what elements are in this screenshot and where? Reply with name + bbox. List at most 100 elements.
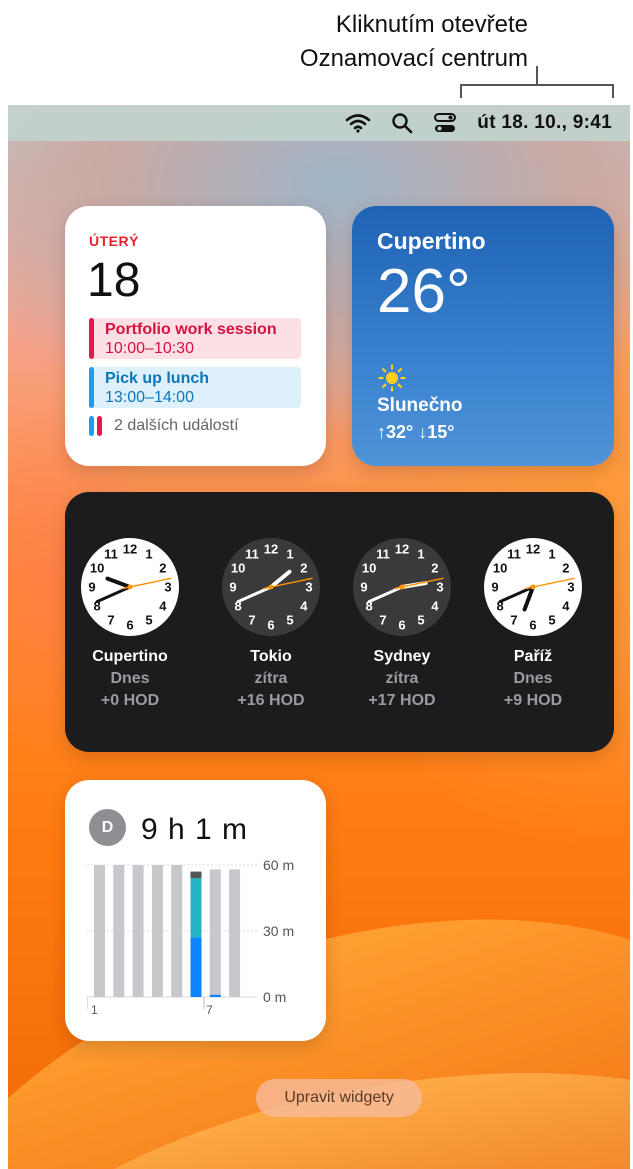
clock-city: Sydney [373,648,431,665]
clock-numeral: 11 [104,547,118,562]
chart-bar-segment [190,871,202,879]
screen-time-widget[interactable]: D 9 h 1 m 60 m 30 m 0 m 1 7 [65,780,326,1041]
clock-numeral: 1 [417,547,424,562]
clock-numeral: 3 [436,580,443,595]
clock-offset: +16 HOD [237,692,305,709]
clock-day: zítra [254,670,288,687]
clock-numeral: 2 [300,561,307,576]
wifi-icon[interactable] [345,110,371,136]
clock-numeral: 7 [379,612,386,627]
more-events-bar [97,416,102,436]
clock-numeral: 11 [507,547,521,562]
analog-clock-icon: 1234567891011 12 [353,538,451,636]
clock-numeral: 7 [248,612,255,627]
calendar-date: 18 [87,254,141,307]
callout-line-2: Oznamovací centrum [299,45,528,72]
clock-numeral: 1 [548,547,555,562]
clock-day: Dnes [110,670,150,687]
clock-city: Paříž [513,648,553,665]
clock-numeral: 12 [395,542,409,557]
clock-city: Cupertino [92,648,168,665]
clock-numeral: 9 [360,580,367,595]
clock-numeral: 4 [431,599,439,614]
callout-label: Kliknutím otevřete Oznamovací centrum [300,8,528,76]
clock-numeral: 10 [493,561,507,576]
clock-city: Tokio [250,648,292,665]
clock-numeral: 4 [159,599,167,614]
clock-numeral: 5 [548,612,555,627]
menu-datetime[interactable]: út 18. 10., 9:41 [477,112,612,134]
world-clock-widget[interactable]: 1 2 3 4 5 6 7 8 9 10 11 12 Cupertino Dnes +0 HOD 12… [65,492,614,752]
more-events-label: 2 dalších událostí [114,417,239,434]
clock-numeral: 3 [567,580,574,595]
chart-bar [171,865,183,997]
analog-clock-icon: 1234567891011 12 [222,538,320,636]
clock-numeral: 6 [126,618,133,633]
clock-numeral: 6 [398,618,405,633]
clock-numeral: 4 [562,599,570,614]
callout-line-1: Kliknutím otevřete [335,11,528,38]
clock-offset: +9 HOD [503,692,563,709]
analog-clock-icon: 1234567891011 12 [81,538,179,636]
clock-numeral: 12 [526,542,540,557]
chart-bar [151,865,163,997]
clock-numeral: 7 [107,612,114,627]
clock-numeral: 10 [90,561,104,576]
control-center-icon[interactable] [433,110,457,136]
clock-numeral: 9 [88,580,95,595]
y-tick-label: 0 m [263,989,286,1005]
chart-bar-segment [190,937,202,997]
event-time: 13:00–14:00 [105,389,194,406]
clock-numeral: 3 [305,580,312,595]
avatar: D [89,809,126,846]
y-tick-label: 60 m [263,857,294,873]
calendar-widget[interactable]: ÚTERÝ 18 Portfolio work session 10:00–10… [65,206,326,466]
event-title: Portfolio work session [105,321,277,338]
clock-numeral: 5 [417,612,424,627]
calendar-weekday: ÚTERÝ [89,233,139,249]
calendar-event[interactable]: Pick up lunch 13:00–14:00 [89,367,301,408]
callout-bracket [460,84,614,98]
analog-clock-icon: 1234567891011 12 [484,538,582,636]
y-tick-label: 30 m [263,923,294,939]
clock-numeral: 11 [245,547,259,562]
screen-time-chart: 60 m 30 m 0 m 1 7 [87,857,294,1017]
callout-stem [536,66,538,84]
chart-bar-segment [209,994,221,997]
clock-numeral: 6 [529,618,536,633]
clock-numeral: 2 [159,561,166,576]
event-color-bar [89,367,94,408]
clock-numeral: 9 [491,580,498,595]
clock-numeral: 3 [164,580,171,595]
weather-range: ↑32° ↓15° [377,422,455,442]
chart-bar [209,869,221,997]
clock-numeral: 12 [123,542,137,557]
edit-widgets-button[interactable]: Upravit widgety [256,1079,422,1117]
clock-numeral: 1 [145,547,152,562]
clock-center [268,584,274,590]
clock-numeral: 6 [267,618,274,633]
search-icon[interactable] [391,110,413,136]
weather-condition: Slunečno [377,395,463,416]
chart-bar [229,869,241,997]
more-events[interactable]: 2 dalších událostí [89,416,239,436]
x-tick-label: 1 [91,1003,98,1017]
clock-day: zítra [385,670,419,687]
clock-numeral: 7 [510,612,517,627]
weather-temperature: 26° [377,257,471,326]
clock-numeral: 12 [264,542,278,557]
clock-numeral: 4 [300,599,308,614]
event-color-bar [89,318,94,359]
clock-offset: +0 HOD [100,692,160,709]
clock-center [127,584,133,590]
clock-center [530,584,536,590]
clock-day: Dnes [513,670,553,687]
sun-icon [378,364,406,397]
chart-bar [113,865,125,997]
event-title: Pick up lunch [105,370,210,387]
weather-widget[interactable]: Cupertino 26° Slunečno ↑32° ↓15° [352,206,614,466]
calendar-event[interactable]: Portfolio work session 10:00–10:30 [89,318,301,359]
clock-numeral: 10 [362,561,376,576]
more-events-bar [89,416,94,436]
chart-bar [94,865,105,997]
